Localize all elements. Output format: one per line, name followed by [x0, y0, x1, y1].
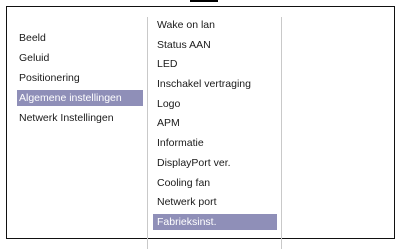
main-menu-list: Beeld Geluid Positionering Algemene inst…: [17, 30, 145, 130]
submenu-item-label: Inschakel vertraging: [157, 78, 251, 91]
submenu-item-label: DisplayPort ver.: [157, 156, 231, 169]
menu-item-label: Beeld: [19, 32, 46, 44]
menu-item-label: Geluid: [19, 52, 50, 64]
submenu-item-informatie[interactable]: Informatie: [153, 135, 277, 151]
menu-item-label: Positionering: [19, 72, 80, 84]
top-edge-strip: [190, 0, 218, 2]
menu-item-label: Algemene instellingen: [19, 92, 122, 104]
submenu-item-label: Informatie: [157, 137, 204, 150]
submenu-item-logo[interactable]: Logo: [153, 96, 277, 112]
submenu-item-apm[interactable]: APM: [153, 115, 277, 131]
submenu-item-label: Netwerk port: [157, 196, 217, 209]
submenu-item-wake-on-lan[interactable]: Wake on lan: [153, 17, 277, 33]
submenu-item-led[interactable]: LED: [153, 56, 277, 72]
menu-item-geluid[interactable]: Geluid: [17, 50, 145, 66]
submenu-list: Wake on lan Status AAN LED Inschakel ver…: [153, 17, 277, 234]
submenu-item-label: LED: [157, 58, 178, 71]
submenu-item-cooling-fan[interactable]: Cooling fan: [153, 175, 277, 191]
submenu-item-netwerk-port[interactable]: Netwerk port: [153, 194, 277, 210]
submenu-item-label: Wake on lan: [157, 19, 215, 31]
column-divider-right: [281, 17, 282, 249]
menu-item-beeld[interactable]: Beeld: [17, 30, 145, 46]
submenu-item-displayport-ver[interactable]: DisplayPort ver.: [153, 155, 277, 171]
submenu-item-inschakel-vertraging[interactable]: Inschakel vertraging: [153, 76, 277, 92]
submenu-item-label: Status AAN: [157, 38, 211, 51]
submenu-item-label: Cooling fan: [157, 176, 211, 189]
menu-item-label: Netwerk Instellingen: [19, 112, 114, 124]
submenu-item-label: Logo: [157, 97, 181, 110]
menu-item-netwerk-instellingen[interactable]: Netwerk Instellingen: [17, 110, 145, 126]
submenu-item-status-aan[interactable]: Status AAN: [153, 37, 277, 53]
column-divider-left: [147, 17, 148, 249]
submenu-item-label: Fabrieksinst.: [157, 215, 217, 228]
osd-menu-panel: Beeld Geluid Positionering Algemene inst…: [6, 6, 395, 249]
menu-item-positionering[interactable]: Positionering: [17, 70, 145, 86]
menu-item-algemene-instellingen[interactable]: Algemene instellingen: [17, 90, 143, 106]
submenu-item-fabrieksinst[interactable]: Fabrieksinst.: [153, 213, 277, 230]
submenu-item-label: APM: [157, 117, 180, 130]
